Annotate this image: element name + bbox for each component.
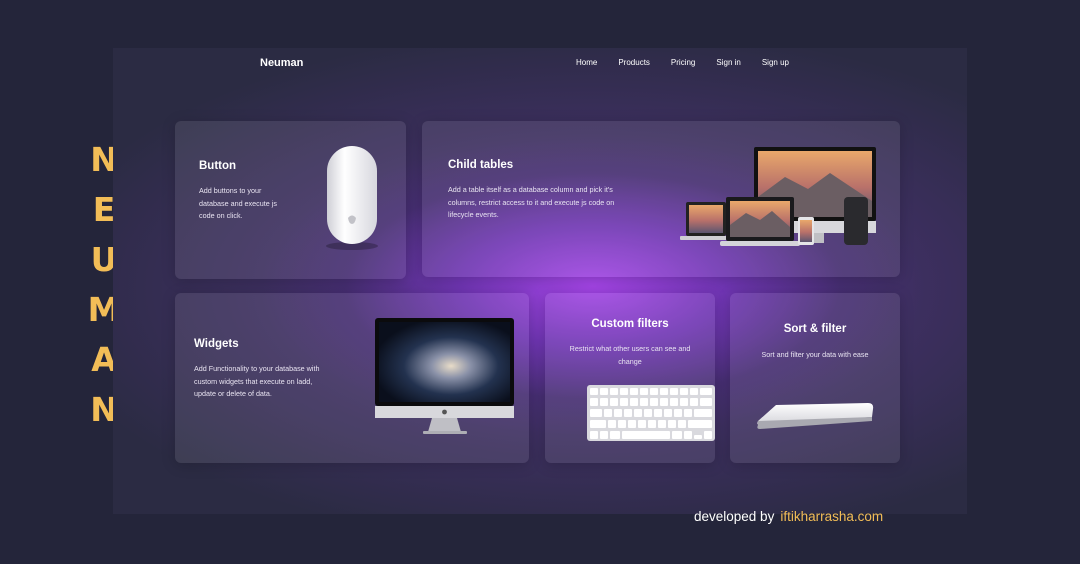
site-logo[interactable]: Neuman <box>260 57 303 69</box>
nav-links: Home Products Pricing Sign in Sign up <box>576 58 810 67</box>
card-description: Sort and filter your data with ease <box>761 350 869 359</box>
feature-card-child-tables[interactable]: Child tables Add a table itself as a dat… <box>422 121 900 277</box>
card-title: Widgets <box>194 338 239 350</box>
card-description: Add Functionality to your database with … <box>194 364 320 398</box>
keyboard-icon <box>587 385 715 441</box>
credits-prefix: developed by <box>694 509 775 524</box>
card-title: Custom filters <box>591 318 669 330</box>
credits-footer: developed by iftikharrasha.com <box>694 509 883 524</box>
feature-card-custom-filters[interactable]: Custom filters Restrict what other users… <box>545 293 715 463</box>
nav-link-pricing[interactable]: Pricing <box>671 58 695 67</box>
magic-trackpad-icon <box>757 403 874 429</box>
card-description: Add a table itself as a database column … <box>448 185 615 219</box>
credits-site-link[interactable]: iftikharrasha.com <box>780 509 883 524</box>
landing-page-preview: Neuman Home Products Pricing Sign in Sig… <box>113 48 967 514</box>
card-description: Restrict what other users can see and ch… <box>569 344 691 366</box>
magic-mouse-icon <box>326 146 378 250</box>
brand-letter: E <box>92 190 116 229</box>
feature-card-button[interactable]: Button Add buttons to your database and … <box>175 121 406 279</box>
feature-card-widgets[interactable]: Widgets Add Functionality to your databa… <box>175 293 529 463</box>
card-title: Sort & filter <box>783 323 847 335</box>
feature-card-sort-filter[interactable]: Sort & filter Sort and filter your data … <box>730 293 900 463</box>
imac-icon <box>375 318 514 434</box>
nav-link-sign-in[interactable]: Sign in <box>716 58 740 67</box>
top-navbar: Neuman Home Products Pricing Sign in Sig… <box>113 48 967 78</box>
card-description: Add buttons to your database and execute… <box>199 186 277 220</box>
nav-link-home[interactable]: Home <box>576 58 597 67</box>
card-title: Child tables <box>448 159 514 171</box>
card-title: Button <box>199 160 237 172</box>
apple-devices-icon <box>680 147 876 246</box>
nav-link-sign-up[interactable]: Sign up <box>762 58 789 67</box>
nav-link-products[interactable]: Products <box>618 58 650 67</box>
